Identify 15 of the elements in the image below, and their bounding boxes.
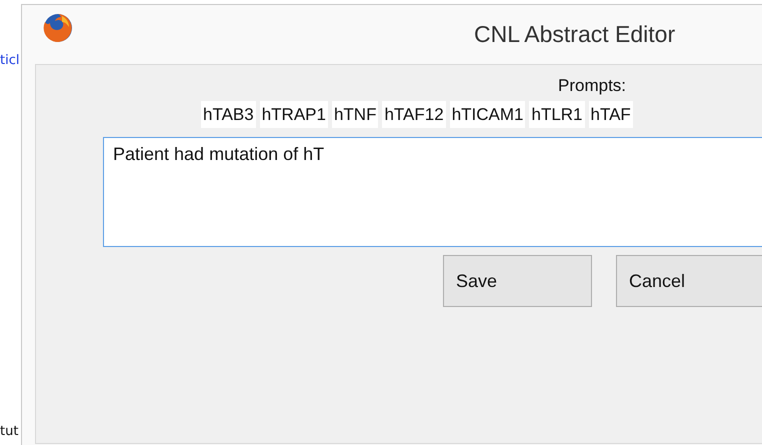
prompts-label: Prompts: [558,75,628,97]
prompt-chip[interactable]: hTNF [332,101,378,128]
window-title: CNL Abstract Editor [474,21,676,48]
page-text: tut [0,424,18,439]
page-link[interactable]: ticl [0,53,20,68]
dialog-button[interactable]: Save [443,255,592,307]
prompt-chip[interactable]: hTAB3 [201,101,256,128]
browser-logo-icon [42,12,74,44]
prompt-chip[interactable]: hTAF12 [382,101,446,128]
prompt-chip[interactable]: hTLR1 [529,101,585,128]
dialog-button[interactable]: Cancel [616,255,762,307]
text-area[interactable]: Patient had mutation of hT [103,137,762,247]
prompt-chip[interactable]: hTICAM1 [450,101,526,128]
prompt-chip[interactable]: hTAF [588,101,633,128]
prompt-chip[interactable]: hTRAP1 [260,101,328,128]
